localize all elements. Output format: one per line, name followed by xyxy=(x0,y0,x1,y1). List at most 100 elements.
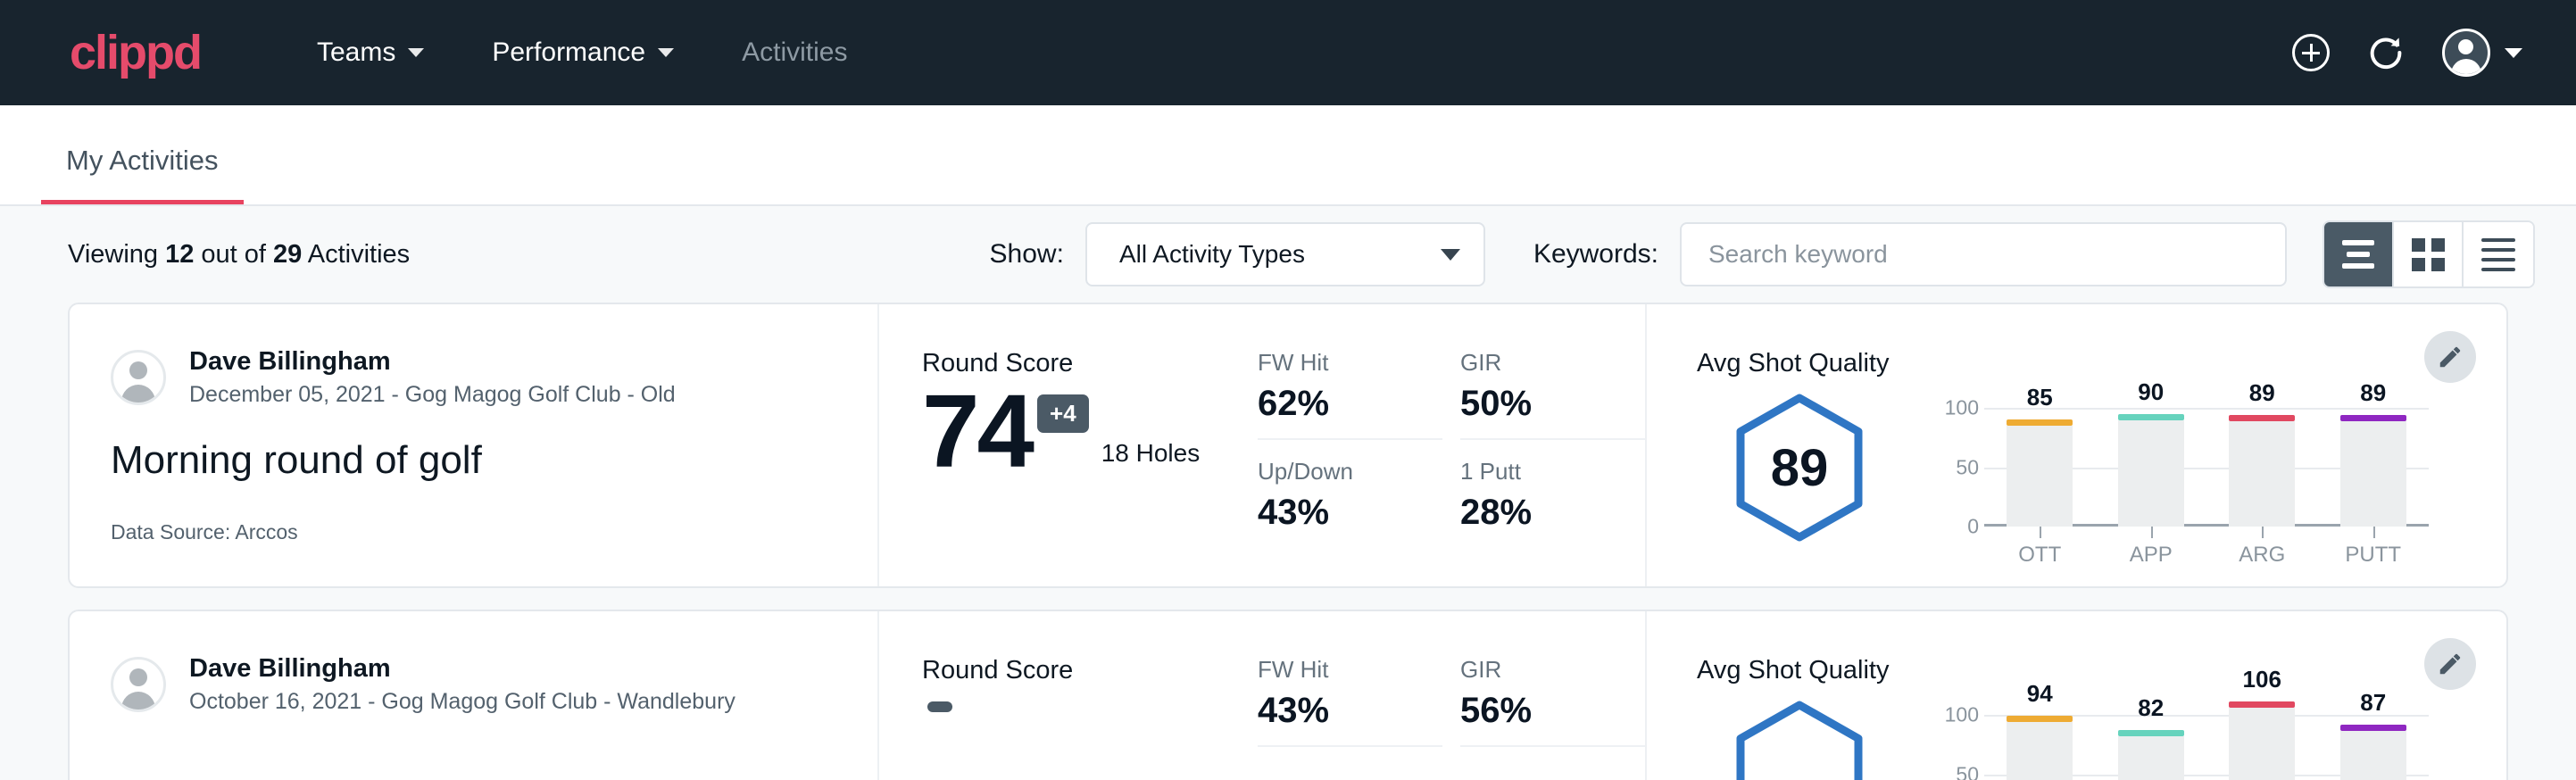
line xyxy=(2481,268,2515,271)
avg-shot-quality-panel: Avg Shot Quality 89 05010085908989 OTT APP… xyxy=(1645,304,2506,586)
activity-title: Morning round of golf xyxy=(111,438,877,483)
account-avatar-icon xyxy=(2442,29,2490,77)
stat-1-putt: 1 Putt 28% xyxy=(1460,440,1645,533)
tab-my-activities[interactable]: My Activities xyxy=(41,145,244,204)
stat-label: Up/Down xyxy=(1258,458,1419,485)
activity-card[interactable]: Dave Billingham December 05, 2021 - Gog … xyxy=(68,303,2508,588)
avg-shot-quality-label: Avg Shot Quality xyxy=(1697,349,2506,378)
primary-nav-links: Teams Performance Activities xyxy=(283,37,881,68)
refresh-icon[interactable] xyxy=(2365,32,2406,73)
nav-item-teams[interactable]: Teams xyxy=(283,37,458,68)
viewing-mid: out of xyxy=(194,240,273,269)
stat-1-putt xyxy=(1460,747,1645,772)
activity-card-list: Dave Billingham December 05, 2021 - Gog … xyxy=(0,303,2576,780)
x-axis-tick-mark xyxy=(2040,527,2041,538)
activity-data-source: Data Source: Arccos xyxy=(111,520,877,544)
account-menu-button[interactable] xyxy=(2442,29,2522,77)
stat-fw-hit: FW Hit 62% xyxy=(1258,349,1442,440)
viewing-total: 29 xyxy=(273,240,302,269)
chart-plot-area: 948210687 xyxy=(1984,700,2429,780)
stat-value: 62% xyxy=(1258,384,1419,424)
y-axis-tick-label: 100 xyxy=(1929,396,1979,420)
activity-meta: October 16, 2021 - Gog Magog Golf Club -… xyxy=(189,689,735,715)
round-score-panel: Round Score 74 +4 18 Holes xyxy=(877,304,1234,586)
score-to-par-badge: +4 xyxy=(1037,394,1089,433)
chart-y-axis: 050100 xyxy=(1929,700,1979,780)
brand-logo[interactable]: clippd xyxy=(70,29,201,77)
x-axis-tick-label: PUTT xyxy=(2340,543,2406,568)
x-axis-tick-mark xyxy=(2373,527,2375,538)
round-score-row: 74 +4 18 Holes xyxy=(922,382,1234,480)
hexagon-icon xyxy=(1733,700,1866,780)
stat-value: 43% xyxy=(1258,691,1419,731)
chevron-down-icon xyxy=(658,48,674,57)
edit-activity-button[interactable] xyxy=(2424,331,2476,383)
round-stats-grid: FW Hit 43% GIR 56% xyxy=(1258,656,1645,772)
shot-quality-bar-chart: 050100948210687OTTAPPARGPUTT xyxy=(1929,700,2429,780)
search-input[interactable] xyxy=(1680,222,2287,286)
stat-value: 56% xyxy=(1460,691,1622,731)
nav-item-performance[interactable]: Performance xyxy=(458,37,708,68)
chart-bar-group: 89 xyxy=(2340,393,2406,527)
chart-bar-cap xyxy=(2007,716,2073,722)
stat-value: 28% xyxy=(1460,493,1622,533)
plus-circle-icon[interactable] xyxy=(2292,34,2330,71)
viewing-suffix: Activities xyxy=(302,240,410,269)
chart-bar-group: 87 xyxy=(2340,700,2406,780)
chart-bar-group: 82 xyxy=(2118,700,2184,780)
activity-summary: Dave Billingham October 16, 2021 - Gog M… xyxy=(70,611,877,780)
stat-up-down: Up/Down 43% xyxy=(1258,440,1442,533)
chart-bar xyxy=(2007,722,2073,780)
x-axis-tick-label: APP xyxy=(2118,543,2184,568)
viewing-prefix: Viewing xyxy=(68,240,165,269)
score-to-par-badge xyxy=(927,701,952,712)
chart-bar-cap xyxy=(2229,415,2295,421)
filter-toolbar: Viewing 12 out of 29 Activities Show: Al… xyxy=(0,206,2576,303)
round-score-row xyxy=(922,689,1234,700)
line xyxy=(2481,238,2515,242)
y-axis-tick-label: 50 xyxy=(1929,762,1979,780)
avatar xyxy=(111,657,166,712)
avg-shot-quality-row: 050100948210687OTTAPPARGPUTT xyxy=(1697,700,2506,780)
chart-bar xyxy=(2118,736,2184,780)
compact-view-button[interactable] xyxy=(2464,222,2533,286)
chart-bar-value-label: 89 xyxy=(2229,379,2295,407)
stat-gir: GIR 50% xyxy=(1460,349,1645,440)
page-tab-bar: My Activities xyxy=(0,105,2576,206)
line xyxy=(2342,263,2374,269)
stat-value: 43% xyxy=(1258,493,1419,533)
chart-bar-cap xyxy=(2340,725,2406,731)
activity-type-select[interactable]: All Activity Types xyxy=(1085,222,1485,286)
round-stats-grid: FW Hit 62% GIR 50% Up/Down 43% 1 Putt 28… xyxy=(1258,349,1645,533)
chart-bar-value-label: 87 xyxy=(2340,689,2406,717)
x-axis-tick-label: ARG xyxy=(2229,543,2295,568)
x-axis-tick-label: OTT xyxy=(2007,543,2073,568)
chart-y-axis: 050100 xyxy=(1929,393,1979,527)
pencil-icon xyxy=(2437,651,2464,677)
avg-shot-quality-value: 89 xyxy=(1771,438,1829,498)
stat-fw-hit: FW Hit 43% xyxy=(1258,656,1442,747)
list-view-button[interactable] xyxy=(2324,222,2394,286)
nav-item-activities[interactable]: Activities xyxy=(708,37,881,68)
chart-plot-area: 85908989 xyxy=(1984,393,2429,527)
chart-bar xyxy=(2118,420,2184,527)
nav-item-teams-label: Teams xyxy=(317,37,395,68)
round-stats-panel: FW Hit 62% GIR 50% Up/Down 43% 1 Putt 28… xyxy=(1234,304,1645,586)
nav-item-activities-label: Activities xyxy=(742,37,847,68)
holes-played: 18 Holes xyxy=(1101,439,1201,468)
grid-icon xyxy=(2412,238,2445,271)
grid-view-button[interactable] xyxy=(2394,222,2464,286)
edit-activity-button[interactable] xyxy=(2424,638,2476,690)
nav-right-actions xyxy=(2292,29,2522,77)
activity-card[interactable]: Dave Billingham October 16, 2021 - Gog M… xyxy=(68,610,2508,780)
avg-shot-quality-label: Avg Shot Quality xyxy=(1697,656,2506,685)
round-score-panel: Round Score xyxy=(877,611,1234,780)
stat-label: GIR xyxy=(1460,656,1622,684)
chart-bar-cap xyxy=(2007,419,2073,426)
view-mode-toggle xyxy=(2323,220,2535,288)
line xyxy=(2342,240,2374,245)
avg-shot-quality-row: 89 05010085908989 OTT APP ARG PUTT xyxy=(1697,393,2506,571)
activity-user-row: Dave Billingham October 16, 2021 - Gog M… xyxy=(111,654,877,715)
chart-bar-value-label: 90 xyxy=(2118,378,2184,406)
avatar xyxy=(111,350,166,405)
